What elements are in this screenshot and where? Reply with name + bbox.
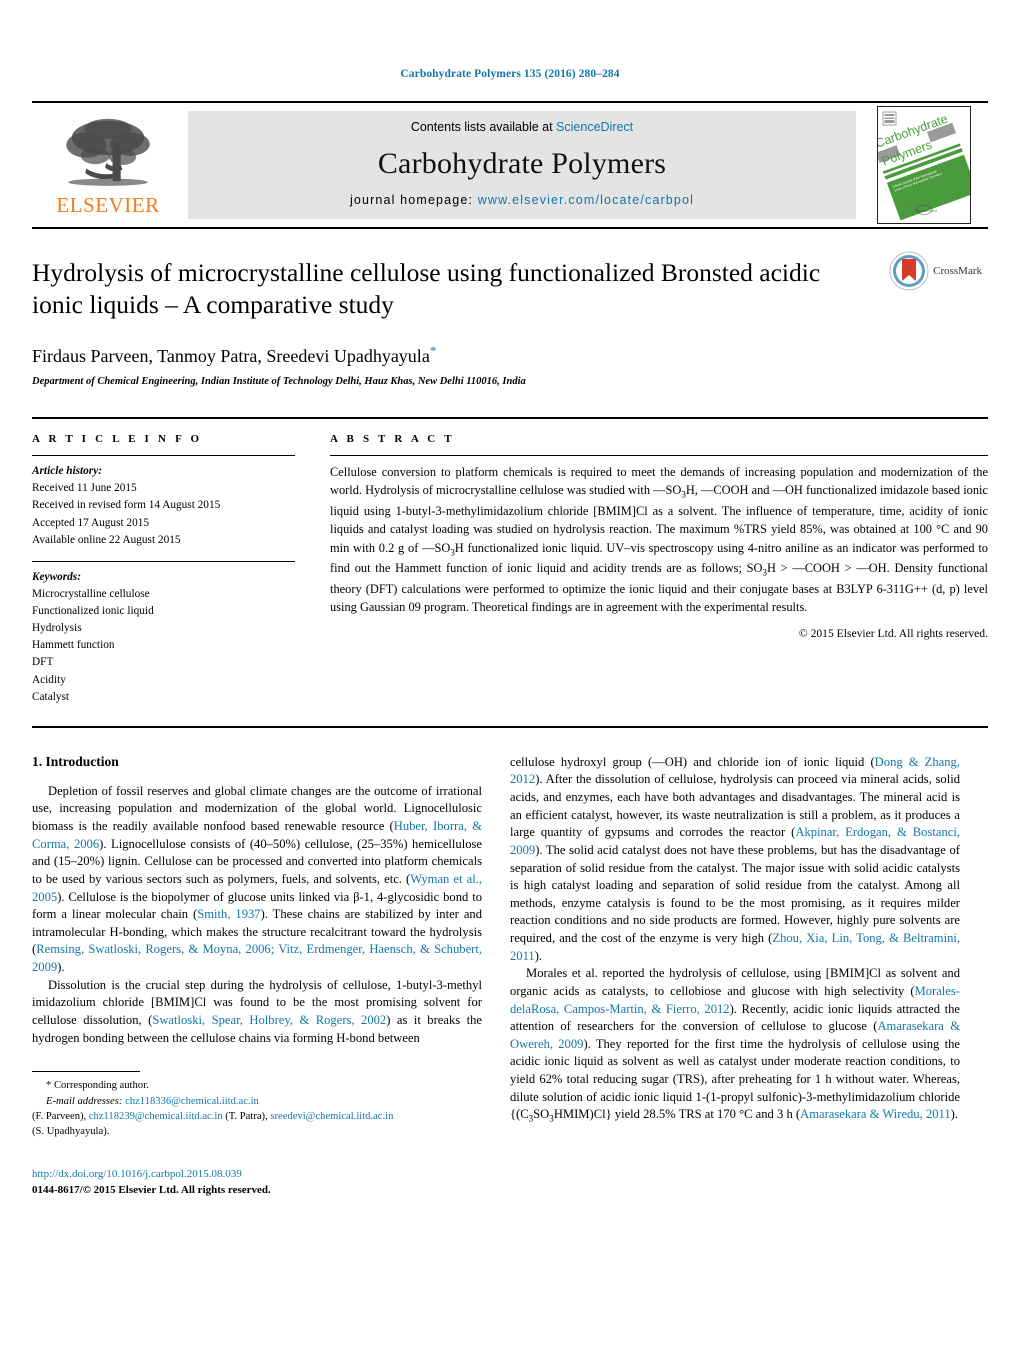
affiliation: Department of Chemical Engineering, Indi…: [32, 376, 526, 388]
homepage-prefix: journal homepage:: [349, 193, 478, 207]
corresponding-author-note: * Corresponding author.: [46, 1080, 149, 1092]
masthead-center: Contents lists available at ScienceDirec…: [188, 111, 856, 219]
elsevier-tree-icon: [66, 118, 150, 186]
body-left-column: 1. Introduction Depletion of fossil rese…: [32, 754, 482, 1199]
article-history-title: Article history:: [32, 465, 102, 478]
contents-prefix: Contents lists available at: [410, 120, 557, 134]
article-info-heading: A R T I C L E I N F O: [32, 433, 203, 446]
running-head: Carbohydrate Polymers 135 (2016) 280–284: [400, 68, 620, 80]
keyword-item: Hydrolysis: [32, 622, 82, 635]
journal-homepage-line: journal homepage: www.elsevier.com/locat…: [350, 193, 694, 207]
keywords-title: Keywords:: [32, 570, 81, 583]
author-name-3: (S. Upadhyayula).: [32, 1126, 110, 1138]
keyword-item: Microcrystalline cellulose: [32, 587, 150, 600]
cover-art: Carbohydrate Polymers Official Journal o…: [878, 107, 970, 223]
elsevier-wordmark: ELSEVIER: [56, 193, 160, 217]
journal-masthead: ELSEVIER Contents lists available at Sci…: [32, 101, 988, 229]
keyword-item: Hammett function: [32, 639, 115, 652]
article-info-column: A R T I C L E I N F O Article history: R…: [32, 433, 317, 706]
journal-title: Carbohydrate Polymers: [377, 146, 667, 180]
title-block: Hydrolysis of microcrystalline cellulose…: [32, 229, 988, 387]
paragraph: cellulose hydroxyl group (—OH) and chlor…: [510, 754, 961, 963]
abstract-text: Cellulose conversion to platform chemica…: [330, 465, 988, 614]
homepage-url-link[interactable]: www.elsevier.com/locate/carbpol: [478, 193, 694, 207]
elsevier-logo: ELSEVIER: [32, 103, 184, 227]
body-columns: 1. Introduction Depletion of fossil rese…: [32, 754, 988, 1199]
email-link-3[interactable]: sreedevi@chemical.iitd.ac.in: [270, 1111, 393, 1122]
info-abstract-band: A R T I C L E I N F O Article history: R…: [32, 417, 988, 706]
sciencedirect-link[interactable]: ScienceDirect: [556, 120, 633, 134]
email-link-2[interactable]: chz118239@chemical.iitd.ac.in: [89, 1111, 223, 1122]
paragraph: Depletion of fossil reserves and global …: [32, 783, 482, 975]
keyword-item: Acidity: [32, 673, 66, 686]
paragraph: Morales et al. reported the hydrolysis o…: [510, 966, 960, 1124]
page-title: Hydrolysis of microcrystalline cellulose…: [32, 258, 821, 320]
paragraph: Dissolution is the crucial step during t…: [32, 977, 483, 1045]
info-divider-middle: [32, 560, 295, 562]
keyword-item: DFT: [32, 656, 54, 669]
svg-text:Available online at: Available online at: [910, 202, 931, 206]
band-bottom-rule: [32, 725, 988, 728]
email-link-1[interactable]: chz118336@chemical.iitd.ac.in: [125, 1096, 259, 1107]
crossmark-icon: [889, 251, 929, 291]
crossmark-label: CrossMark: [933, 265, 982, 277]
email-addresses-continued: (F. Parveen), chz118239@chemical.iitd.ac…: [32, 1109, 482, 1124]
contents-available-line: Contents lists available at ScienceDirec…: [411, 120, 633, 134]
email-addresses-note: E-mail addresses: chz118336@chemical.iit…: [32, 1094, 482, 1109]
journal-cover: Carbohydrate Polymers Official Journal o…: [860, 103, 988, 227]
author-names: Firdaus Parveen, Tanmoy Patra, Sreedevi …: [32, 346, 430, 367]
doi-block: http://dx.doi.org/10.1016/j.carbpol.2015…: [32, 1166, 482, 1199]
email-label: E-mail addresses:: [46, 1095, 123, 1107]
issn-copyright-line: 0144-8617/© 2015 Elsevier Ltd. All right…: [32, 1184, 271, 1197]
crossmark-badge[interactable]: CrossMark: [889, 251, 982, 291]
history-item: Accepted 17 August 2015: [32, 516, 150, 529]
author-name-2: (T. Patra),: [225, 1110, 268, 1122]
corresponding-author-marker: *: [429, 343, 437, 359]
author-list: Firdaus Parveen, Tanmoy Patra, Sreedevi …: [32, 343, 988, 367]
abstract-divider: [330, 455, 988, 457]
body-right-column: cellulose hydroxyl group (—OH) and chlor…: [510, 754, 960, 1199]
abstract-heading: A B S T R A C T: [330, 433, 455, 446]
abstract-copyright: © 2015 Elsevier Ltd. All rights reserved…: [798, 627, 988, 641]
paper-page: Carbohydrate Polymers 135 (2016) 280–284: [0, 0, 1020, 1351]
doi-link[interactable]: http://dx.doi.org/10.1016/j.carbpol.2015…: [32, 1166, 482, 1183]
abstract-column: A B S T R A C T Cellulose conversion to …: [317, 433, 988, 706]
svg-text:ScienceDirect: ScienceDirect: [916, 209, 937, 213]
history-item: Available online 22 August 2015: [32, 533, 181, 546]
journal-cover-thumbnail: Carbohydrate Polymers Official Journal o…: [877, 106, 971, 224]
info-divider-top: [32, 455, 295, 457]
keyword-item: Catalyst: [32, 690, 70, 703]
footnote-divider: [32, 1071, 140, 1073]
section-heading-introduction: 1. Introduction: [32, 753, 119, 769]
author-name-1: (F. Parveen),: [32, 1110, 87, 1122]
history-item: Received 11 June 2015: [32, 482, 137, 495]
history-item: Received in revised form 14 August 2015: [32, 499, 221, 512]
keyword-item: Functionalized ionic liquid: [32, 604, 154, 617]
